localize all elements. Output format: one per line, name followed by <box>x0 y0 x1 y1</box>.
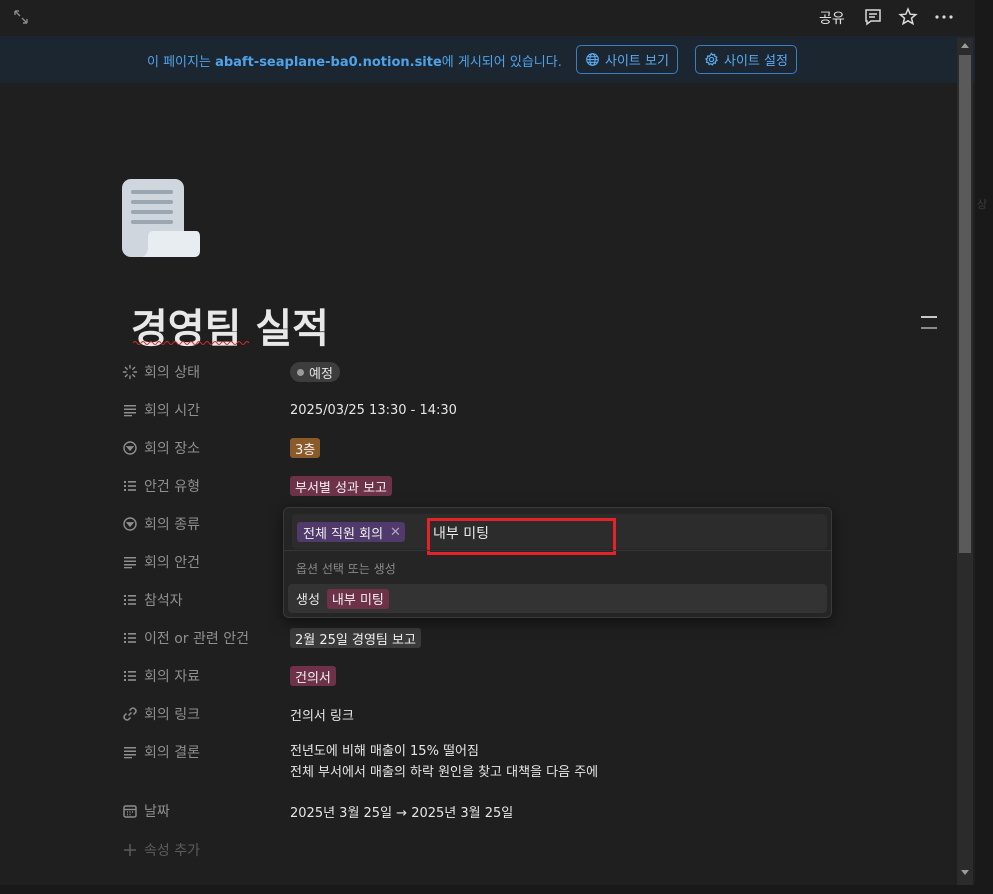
property-label-text: 날짜 <box>144 804 170 820</box>
select-option-popup: 전체 직원 회의 ✕ 내부 미팅 옵션 선택 또는 생성 생성 내부 미팅 <box>283 507 832 618</box>
property-label: 회의 링크 <box>122 702 200 726</box>
banner-message: 이 페이지는 abaft-seaplane-ba0.notion.site에 게… <box>147 51 562 70</box>
calendar-icon <box>123 805 137 818</box>
spellcheck-underline <box>133 341 250 345</box>
conclusion-value[interactable]: 전년도에 비해 매출이 15% 떨어짐 전체 부서에서 매출의 하락 원인을 찾… <box>290 741 598 783</box>
remove-option-icon[interactable]: ✕ <box>390 525 401 540</box>
banner-prefix: 이 페이지는 <box>147 55 216 70</box>
meeting-link-value[interactable]: 건의서 링크 <box>290 702 354 726</box>
share-button[interactable]: 공유 <box>816 7 848 29</box>
property-label: 회의 종류 <box>122 512 200 536</box>
globe-icon <box>586 53 599 66</box>
option-search-field[interactable]: 전체 직원 회의 ✕ 내부 미팅 <box>292 514 827 555</box>
conclusion-line: 전년도에 비해 매출이 15% 떨어짐 <box>290 744 479 759</box>
property-value[interactable]: 2월 25일 경영팀 보고 <box>290 626 421 650</box>
property-label: 회의 결론 <box>122 740 200 764</box>
link-icon <box>123 707 137 721</box>
property-label-text: 안건 유형 <box>144 479 200 495</box>
scroll-up-arrow[interactable] <box>961 43 969 48</box>
expand-icon[interactable] <box>12 8 30 26</box>
notion-page-window: 공유 이 페이지는 abaft-seaplane-ba0.notion.site… <box>0 0 975 885</box>
property-value[interactable]: 3층 <box>290 436 321 460</box>
multiselect-icon <box>124 633 136 643</box>
add-property-label: 속성 추가 <box>144 843 200 859</box>
multiselect-icon <box>124 671 136 681</box>
status-icon <box>122 364 138 380</box>
property-label: 회의 상태 <box>122 360 200 384</box>
property-value[interactable]: 예정 <box>290 360 340 384</box>
vertical-scrollbar[interactable] <box>957 38 973 885</box>
agenda-type-tag[interactable]: 부서별 성과 보고 <box>290 476 392 496</box>
text-icon <box>124 557 136 569</box>
gear-icon <box>704 52 719 66</box>
star-icon[interactable] <box>897 6 919 28</box>
comment-icon[interactable] <box>862 6 884 28</box>
property-label: 이전 or 관련 안건 <box>122 626 249 650</box>
site-domain-link[interactable]: abaft-seaplane-ba0.notion.site <box>215 55 442 70</box>
site-settings-button[interactable]: 사이트 설정 <box>695 45 797 74</box>
property-label-text: 회의 안건 <box>144 555 200 571</box>
create-label: 생성 <box>296 593 320 608</box>
view-site-button[interactable]: 사이트 보기 <box>576 45 678 74</box>
multiselect-icon <box>124 595 136 605</box>
status-dot <box>297 368 304 376</box>
property-label-text: 회의 자료 <box>144 669 200 685</box>
published-banner: 이 페이지는 abaft-seaplane-ba0.notion.site에 게… <box>0 36 975 83</box>
property-label-text: 이전 or 관련 안건 <box>144 631 249 647</box>
property-value[interactable]: 부서별 성과 보고 <box>290 474 392 498</box>
page-title[interactable]: 경영팀 실적 <box>131 296 329 354</box>
table-of-contents-icon[interactable] <box>918 312 940 332</box>
multiselect-icon <box>124 481 136 491</box>
property-label-text: 회의 결론 <box>144 745 200 761</box>
selected-option-text: 전체 직원 회의 <box>303 526 384 542</box>
property-label-text: 참석자 <box>144 593 183 609</box>
location-tag[interactable]: 3층 <box>290 438 321 458</box>
popup-hint: 옵션 선택 또는 생성 <box>296 562 396 576</box>
select-icon <box>123 441 137 455</box>
scroll-down-arrow[interactable] <box>961 870 969 875</box>
top-bar: 공유 <box>0 0 975 36</box>
plus-icon <box>124 844 136 856</box>
text-icon <box>124 747 136 759</box>
edge-text: 상 <box>977 198 988 211</box>
property-label: 안건 유형 <box>122 474 200 498</box>
banner-suffix: 에 게시되어 있습니다. <box>441 55 562 70</box>
more-icon[interactable] <box>933 6 955 28</box>
popup-divider <box>284 550 831 551</box>
select-icon <box>123 517 137 531</box>
document-icon[interactable] <box>118 177 204 261</box>
property-label-text: 회의 상태 <box>144 365 200 381</box>
create-option-item[interactable]: 생성 내부 미팅 <box>288 584 827 613</box>
property-label-text: 회의 링크 <box>144 707 200 723</box>
property-label-text: 회의 시간 <box>144 403 200 419</box>
selected-option-chip[interactable]: 전체 직원 회의 ✕ <box>297 522 405 542</box>
conclusion-line: 전체 부서에서 매출의 하락 원인을 찾고 대책을 다음 주에 <box>290 765 599 780</box>
property-value[interactable]: 2025/03/25 13:30 - 14:30 <box>290 398 457 422</box>
status-badge[interactable]: 예정 <box>290 362 340 382</box>
property-label: 참석자 <box>122 588 183 612</box>
property-label: 회의 자료 <box>122 664 200 688</box>
date-value[interactable]: 2025년 3월 25일 → 2025년 3월 25일 <box>290 799 513 823</box>
property-value[interactable]: 건의서 <box>290 664 336 688</box>
property-label: 회의 장소 <box>122 436 200 460</box>
property-label-text: 회의 장소 <box>144 441 200 457</box>
scroll-thumb[interactable] <box>959 55 971 553</box>
property-label: 날짜 <box>122 799 170 823</box>
add-property-button[interactable]: 속성 추가 <box>122 838 200 862</box>
related-agenda-tag[interactable]: 2월 25일 경영팀 보고 <box>290 628 421 648</box>
property-label-text: 회의 종류 <box>144 517 200 533</box>
site-settings-label: 사이트 설정 <box>724 54 788 69</box>
status-text: 예정 <box>309 366 333 382</box>
create-option-tag: 내부 미팅 <box>326 588 389 609</box>
property-label: 회의 안건 <box>122 550 200 574</box>
text-icon <box>124 405 136 417</box>
materials-tag[interactable]: 건의서 <box>290 666 336 686</box>
property-label: 회의 시간 <box>122 398 200 422</box>
view-site-label: 사이트 보기 <box>605 54 669 69</box>
